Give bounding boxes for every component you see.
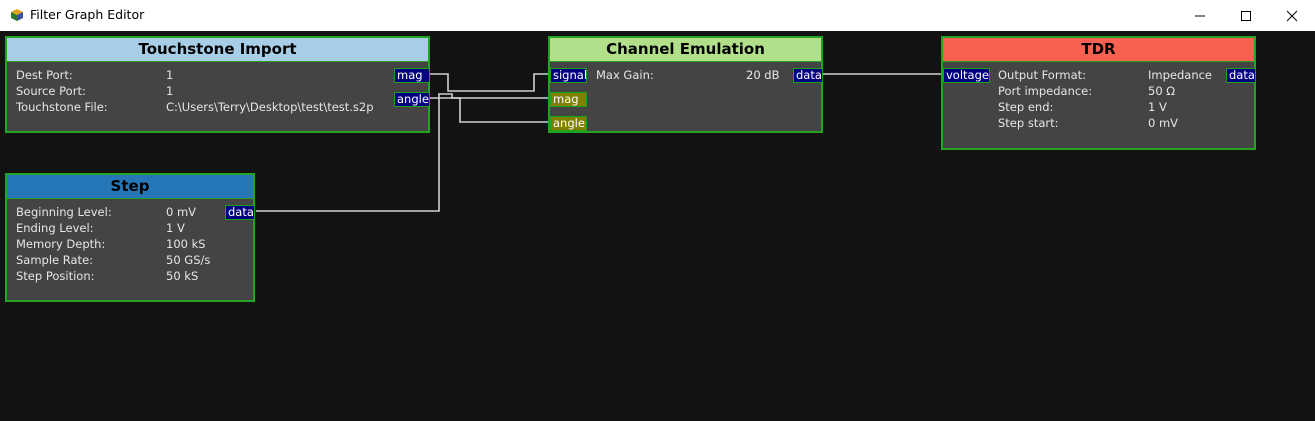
node-title: Touchstone Import	[7, 38, 428, 62]
node-touchstone-import[interactable]: Touchstone Import Dest Port: 1 Source Po…	[5, 36, 430, 133]
prop-value: 1	[166, 68, 174, 82]
window-title: Filter Graph Editor	[30, 7, 145, 22]
output-port-data[interactable]: data	[225, 205, 255, 220]
prop-label: Port impedance:	[998, 84, 1093, 98]
prop-value: 0 mV	[166, 205, 197, 219]
node-tdr[interactable]: TDR voltage Output Format: Impedance Por…	[941, 36, 1256, 150]
prop-value: 0 mV	[1148, 116, 1179, 130]
close-icon	[1286, 10, 1298, 22]
prop-label: Ending Level:	[16, 221, 94, 235]
prop-label: Sample Rate:	[16, 253, 94, 267]
prop-label: Dest Port:	[16, 68, 73, 82]
output-port-mag[interactable]: mag	[394, 68, 430, 83]
output-port-data[interactable]: data	[793, 68, 823, 83]
prop-label: Source Port:	[16, 84, 86, 98]
prop-value: Impedance	[1148, 68, 1213, 82]
output-port-data[interactable]: data	[1226, 68, 1256, 83]
wire-angle-to-angle	[430, 97, 548, 123]
input-port-angle[interactable]: angle	[550, 116, 587, 131]
input-port-voltage[interactable]: voltage	[943, 68, 990, 83]
input-port-mag[interactable]: mag	[550, 92, 587, 107]
prop-label: Step Position:	[16, 269, 95, 283]
prop-value: 50 kS	[166, 269, 199, 283]
prop-label: Step end:	[998, 100, 1054, 114]
node-title: TDR	[943, 38, 1254, 62]
wire-mag-to-signal	[430, 73, 548, 92]
prop-value: C:\Users\Terry\Desktop\test\test.s2p	[166, 100, 374, 114]
prop-label: Output Format:	[998, 68, 1087, 82]
prop-value: 1	[166, 84, 174, 98]
node-step[interactable]: Step Beginning Level: 0 mV Ending Level:…	[5, 173, 255, 302]
maximize-icon	[1241, 11, 1251, 21]
input-port-signal[interactable]: signal	[550, 68, 587, 83]
close-button[interactable]	[1269, 0, 1315, 31]
minimize-icon	[1195, 15, 1205, 17]
minimize-button[interactable]	[1177, 0, 1223, 31]
node-channel-emulation[interactable]: Channel Emulation signal mag angle Max G…	[548, 36, 823, 133]
filter-graph-canvas[interactable]: Touchstone Import Dest Port: 1 Source Po…	[0, 31, 1315, 421]
window-title-bar: Filter Graph Editor	[0, 0, 1315, 31]
prop-value: 20 dB	[746, 68, 780, 82]
prop-label: Max Gain:	[596, 68, 654, 82]
node-title: Channel Emulation	[550, 38, 821, 62]
prop-value: 50 Ω	[1148, 84, 1176, 98]
maximize-button[interactable]	[1223, 0, 1269, 31]
prop-label: Touchstone File:	[16, 100, 108, 114]
prop-label: Step start:	[998, 116, 1059, 130]
prop-label: Beginning Level:	[16, 205, 112, 219]
prop-value: 50 GS/s	[166, 253, 211, 267]
prop-value: 100 kS	[166, 237, 206, 251]
node-title: Step	[7, 175, 253, 199]
prop-value: 1 V	[1148, 100, 1167, 114]
prop-value: 1 V	[166, 221, 185, 235]
output-port-angle[interactable]: angle	[394, 92, 430, 107]
prop-label: Memory Depth:	[16, 237, 106, 251]
app-icon	[11, 9, 23, 21]
